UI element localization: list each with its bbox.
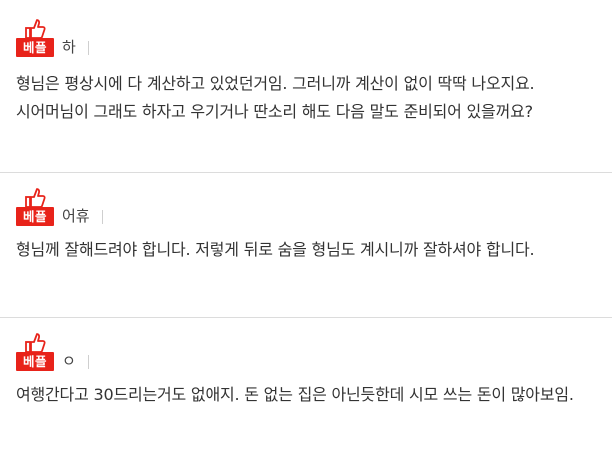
- comment-author[interactable]: ㅇ: [62, 352, 76, 371]
- comment-header: 베플 ㅇ: [16, 331, 89, 371]
- header-divider: [87, 41, 89, 55]
- thumbs-up-icon: [25, 333, 46, 353]
- comment-text: 형님께 잘해드려야 합니다. 저렇게 뒤로 숨을 형님도 계시니까 잘하셔야 합…: [16, 240, 535, 259]
- best-reply-badge: 베플: [16, 17, 56, 57]
- comment-text: 여행간다고 30드리는거도 없애지. 돈 없는 집은 아닌듯한데 시모 쓰는 돈…: [16, 385, 574, 404]
- comment-item: 베플 하 형님은 평상시에 다 계산하고 있었던거임. 그러니까 계산이 없이 …: [0, 0, 612, 172]
- header-divider: [87, 355, 89, 369]
- comment-author[interactable]: 어휴: [62, 207, 90, 226]
- best-reply-badge: 베플: [16, 331, 56, 371]
- comment-item: 베플 ㅇ 여행간다고 30드리는거도 없애지. 돈 없는 집은 아닌듯한데 시모…: [0, 318, 612, 462]
- thumbs-up-icon: [25, 188, 46, 208]
- comment-text: 형님은 평상시에 다 계산하고 있었던거임. 그러니까 계산이 없이 딱딱 나오…: [16, 74, 535, 121]
- comment-header: 베플 어휴: [16, 186, 103, 226]
- best-reply-badge: 베플: [16, 186, 56, 226]
- best-reply-label: 베플: [16, 207, 54, 226]
- comment-header: 베플 하: [16, 17, 89, 57]
- comment-author[interactable]: 하: [62, 38, 76, 57]
- comment-item: 베플 어휴 형님께 잘해드려야 합니다. 저렇게 뒤로 숨을 형님도 계시니까 …: [0, 173, 612, 317]
- best-reply-label: 베플: [16, 38, 54, 57]
- header-divider: [101, 210, 103, 224]
- best-reply-label: 베플: [16, 352, 54, 371]
- thumbs-up-icon: [25, 19, 46, 39]
